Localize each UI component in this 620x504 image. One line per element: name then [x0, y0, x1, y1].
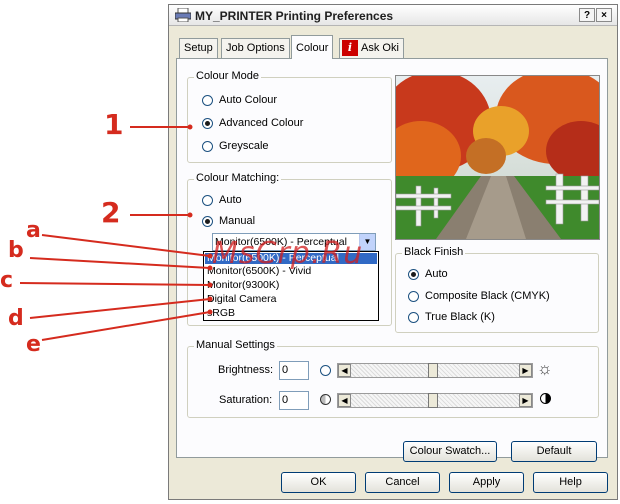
callout-line-b: [29, 257, 211, 269]
callout-line-e: [41, 311, 211, 341]
callout-line-d: [29, 298, 211, 319]
callout-lines: [19, 124, 213, 341]
callout-line-c: [19, 282, 211, 286]
callout-line-a: [41, 234, 211, 257]
